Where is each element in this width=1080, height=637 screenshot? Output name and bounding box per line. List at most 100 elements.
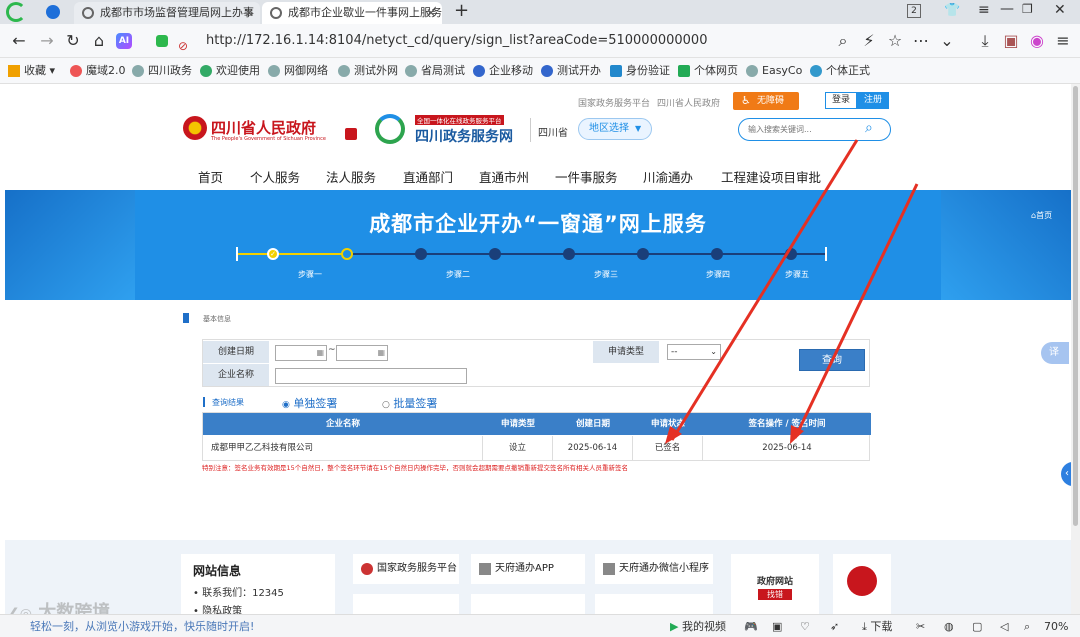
browser-toolbar: ← → ↻ ⌂ AI ⊘ http://172.16.1.14:8104/net… [0,24,1080,58]
my-video-button[interactable]: ▶ 我的视频 [670,619,726,634]
forward-icon[interactable]: → [36,30,58,52]
footer-info-box: 网站信息 • 联系我们：12345 • 隐私政策 [181,554,335,614]
bookmark-item[interactable]: 测试外网 [338,63,398,79]
page-icon [610,65,622,77]
red-arrow-2 [793,183,919,439]
more-dots-icon[interactable]: ⋯ [910,30,932,52]
status-promo[interactable]: 轻松一刻，从浏览小游戏开始，快乐随时开启! [30,619,254,634]
page-icon [405,65,417,77]
bookmarks-bar: 收藏 ▾ 魔域2.0 四川政务 欢迎使用 网御网络 测试外网 省局测试 企业移动… [0,58,1080,84]
page-icon [200,65,212,77]
new-tab-button[interactable]: + [454,0,469,22]
tools-icon[interactable]: ✂ [916,619,925,634]
footer-title: 网站信息 [193,564,242,578]
bookmark-item[interactable]: EasyCo [746,63,802,79]
minimize-icon[interactable]: — [1000,1,1014,17]
tab-count-badge[interactable]: 2 [907,4,921,18]
browser-logo-icon[interactable] [6,2,26,22]
zoom-level[interactable]: 70% [1044,619,1068,634]
game-icon[interactable]: 🎮 [744,619,758,634]
skin-icon[interactable]: 👕 [944,3,960,18]
download-button[interactable]: ⤓ 下载 [862,619,892,634]
heart-icon[interactable]: ♡ [800,619,810,634]
red-arrow-2-head [790,425,804,444]
bookmark-item[interactable]: 个体网页 [678,63,738,79]
globe-icon[interactable]: ◍ [944,619,954,634]
tab-title: 成都市企业歇业一件事网上服务 [288,6,442,19]
window-icon[interactable]: ▢ [972,619,982,634]
ai-icon[interactable]: AI [116,33,132,49]
close-window-icon[interactable]: ✕ [1054,2,1066,18]
tab-enterprise-closure[interactable]: 成都市企业歇业一件事网上服务 ✕ [262,2,442,24]
close-tab-icon[interactable]: ✕ [426,2,436,24]
page-icon [338,65,350,77]
star-icon [8,65,20,77]
menu-icon[interactable]: ≡ [978,2,990,18]
page-icon [746,65,758,77]
scrollbar-thumb[interactable] [1073,86,1078,526]
insecure-icon[interactable]: ⊘ [178,33,188,59]
footer-link-national[interactable]: 国家政务服务平台 [353,554,459,584]
red-arrow-1 [670,139,859,441]
footer-link-extra[interactable] [353,594,459,614]
bookmark-item[interactable]: 四川政务 [132,63,192,79]
dropdown-icon[interactable]: ⌄ [936,30,958,52]
qr-code-icon [603,563,615,575]
page-icon [541,65,553,77]
badge-icon [847,566,877,596]
gov-site-title: 政府网站 [756,577,793,587]
browser-status-bar: 轻松一刻，从浏览小游戏开始，快乐随时开启! ▶ 我的视频 🎮 ▣ ♡ ➶ ⤓ 下… [0,614,1080,637]
footer-link-extra[interactable] [595,594,713,614]
annotation-arrows [665,139,919,444]
page-icon [82,7,94,19]
browser-menu-icon[interactable] [46,5,60,19]
volume-icon[interactable]: ◁ [1000,619,1008,634]
bookmark-item[interactable]: 身份验证 [610,63,670,79]
address-bar[interactable]: ⊘ http://172.16.1.14:8104/netyct_cd/quer… [148,28,858,54]
star-icon[interactable]: ☆ [884,30,906,52]
reload-icon[interactable]: ↻ [62,30,84,52]
url-text[interactable]: http://172.16.1.14:8104/netyct_cd/query/… [206,33,707,48]
footer-link-app[interactable]: 天府通办APP [471,554,585,584]
footer-privacy[interactable]: • 隐私政策 [193,602,242,614]
bookmark-item[interactable]: 企业移动 [473,63,533,79]
bookmark-item[interactable]: 魔域2.0 [70,63,126,79]
shield-icon[interactable] [156,35,168,47]
page-icon [810,65,822,77]
gov-site-badge[interactable]: 政府网站 找错 [731,554,819,614]
gov-site-sub: 找错 [758,589,792,600]
bookmark-item[interactable]: 网御网络 [268,63,328,79]
image-icon[interactable]: ▣ [772,619,782,634]
browser-tab-bar: 成都市市场监督管理局网上办事 ✕ 成都市企业歇业一件事网上服务 ✕ + 2 👕 … [0,0,1080,24]
search-status-icon[interactable]: ⌕ [1024,619,1030,634]
play-icon: ▶ [670,620,679,633]
party-gov-icon[interactable] [833,554,891,614]
footer-link-wechat[interactable]: 天府通办微信小程序 [595,554,713,584]
page-icon [132,65,144,77]
bookmark-item[interactable]: 省局测试 [405,63,465,79]
footer-contact[interactable]: • 联系我们：12345 [193,584,284,599]
rocket-icon[interactable]: ➶ [830,619,839,634]
bookmark-item[interactable]: 欢迎使用 [200,63,260,79]
site-footer: 网站信息 • 联系我们：12345 • 隐私政策 国家政务服务平台 天府通办AP… [5,540,1071,614]
page-icon [678,65,690,77]
page-icon [268,65,280,77]
footer-link-extra[interactable] [471,594,585,614]
restore-icon[interactable]: ❐ [1022,2,1033,16]
toolbar-menu-icon[interactable]: ≡ [1052,30,1074,52]
download-manager-icon[interactable]: ⤓ [974,30,996,52]
page-icon [473,65,485,77]
bookmark-item[interactable]: 个体正式 [810,63,870,79]
bookmark-item[interactable]: 测试开办 [541,63,601,79]
tab-market-supervision[interactable]: 成都市市场监督管理局网上办事 ✕ [74,2,260,24]
web-page: 国家政务服务平台 四川省人民政府 ♿ 无障碍 登录 注册 四川省人民政府 The… [5,84,1071,614]
speed-icon[interactable]: ⚡ [858,30,880,52]
zoom-search-icon[interactable]: ⌕ [832,30,854,52]
wallet-icon[interactable]: ▣ [1000,30,1022,52]
extension-icon[interactable]: ◉ [1026,30,1048,52]
close-tab-icon[interactable]: ✕ [244,2,254,24]
home-icon[interactable]: ⌂ [88,30,110,52]
bookmark-favorites[interactable]: 收藏 ▾ [8,63,55,79]
back-icon[interactable]: ← [8,30,30,52]
qr-code-icon [479,563,491,575]
